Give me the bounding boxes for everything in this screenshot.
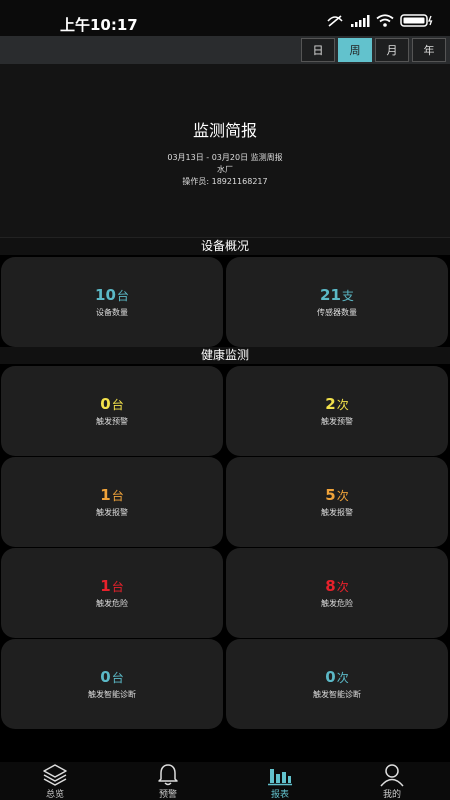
- card-value: 21支: [226, 286, 448, 304]
- alarm-device-unit: 台: [111, 489, 124, 503]
- warning-count-value: 2: [325, 395, 336, 413]
- bell-icon: [158, 764, 178, 786]
- alarm-device-label: 触发报警: [96, 508, 128, 517]
- bottom-tab-bar: 总览 预警 报表 我的: [0, 762, 450, 800]
- warning-device-card: 0台 触发预警: [1, 366, 223, 456]
- tab-reports-label: 报表: [270, 790, 289, 800]
- layers-icon: [43, 764, 67, 786]
- report-site: 水厂: [217, 165, 233, 174]
- warning-count-label: 触发预警: [321, 417, 353, 426]
- card-value: 8次: [226, 577, 448, 595]
- tab-profile-label: 我的: [382, 790, 401, 800]
- tab-profile[interactable]: 我的: [347, 762, 437, 800]
- status-time: 上午10:17: [60, 16, 138, 34]
- danger-device-label: 触发危险: [96, 599, 128, 608]
- period-tab-week[interactable]: 周: [338, 38, 372, 62]
- warning-count-unit: 次: [336, 398, 349, 412]
- device-count-unit: 台: [116, 289, 129, 303]
- alarm-count-label: 触发报警: [321, 508, 353, 517]
- card-value: 1台: [1, 577, 223, 595]
- card-value: 10台: [1, 286, 223, 304]
- sensor-count-card: 21支 传感器数量: [226, 257, 448, 347]
- warning-device-value: 0: [100, 395, 111, 413]
- danger-device-value: 1: [100, 577, 111, 595]
- user-icon: [380, 764, 404, 787]
- danger-device-unit: 台: [111, 580, 124, 594]
- signal-icon: [351, 14, 370, 27]
- report-header: [0, 64, 450, 238]
- warning-device-label: 触发预警: [96, 417, 128, 426]
- diagnosis-device-value: 0: [100, 668, 111, 686]
- device-count-label: 设备数量: [96, 308, 128, 317]
- mute-icon: [327, 14, 343, 27]
- danger-count-value: 8: [325, 577, 336, 595]
- card-value: 1台: [1, 486, 223, 504]
- device-count-value: 10: [95, 286, 116, 304]
- tab-overview-label: 总览: [45, 790, 64, 800]
- danger-device-card: 1台 触发危险: [1, 548, 223, 638]
- bar-chart-icon: [268, 769, 292, 786]
- diagnosis-device-label: 触发智能诊断: [88, 690, 136, 699]
- warning-count-card: 2次 触发预警: [226, 366, 448, 456]
- danger-count-label: 触发危险: [321, 599, 353, 608]
- card-value: 2次: [226, 395, 448, 413]
- sensor-count-unit: 支: [341, 289, 354, 303]
- period-tab-month[interactable]: 月: [375, 38, 409, 62]
- report-date-range: 03月13日 - 03月20日 监测周报: [167, 153, 283, 162]
- diagnosis-count-unit: 次: [336, 671, 349, 685]
- report-title: 监测简报: [192, 121, 257, 140]
- diagnosis-device-card: 0台 触发智能诊断: [1, 639, 223, 729]
- device-count-card: 10台 设备数量: [1, 257, 223, 347]
- status-bar: 上午10:17: [0, 0, 450, 36]
- tab-reports[interactable]: 报表: [235, 762, 325, 800]
- card-value: 0次: [226, 668, 448, 686]
- diagnosis-count-label: 触发智能诊断: [313, 690, 361, 699]
- battery-icon: [400, 14, 433, 27]
- alarm-device-card: 1台 触发报警: [1, 457, 223, 547]
- card-value: 0台: [1, 395, 223, 413]
- status-icons: [326, 14, 434, 27]
- health-section-title: 健康监测: [0, 347, 450, 364]
- tab-alerts-label: 预警: [158, 790, 177, 800]
- card-value: 0台: [1, 668, 223, 686]
- warning-device-unit: 台: [111, 398, 124, 412]
- alarm-count-card: 5次 触发报警: [226, 457, 448, 547]
- diagnosis-count-value: 0: [325, 668, 336, 686]
- alarm-count-unit: 次: [336, 489, 349, 503]
- sensor-count-value: 21: [320, 286, 341, 304]
- alarm-device-value: 1: [100, 486, 111, 504]
- wifi-icon: [376, 14, 394, 27]
- tab-alerts[interactable]: 预警: [123, 762, 213, 800]
- diagnosis-count-card: 0次 触发智能诊断: [226, 639, 448, 729]
- card-value: 5次: [226, 486, 448, 504]
- equipment-section-title: 设备概况: [0, 238, 450, 255]
- diagnosis-device-unit: 台: [111, 671, 124, 685]
- report-operator: 操作员: 18921168217: [182, 177, 268, 186]
- danger-count-unit: 次: [336, 580, 349, 594]
- danger-count-card: 8次 触发危险: [226, 548, 448, 638]
- period-tab-year[interactable]: 年: [412, 38, 446, 62]
- period-tab-day[interactable]: 日: [301, 38, 335, 62]
- tab-overview[interactable]: 总览: [10, 762, 100, 800]
- sensor-count-label: 传感器数量: [317, 308, 357, 317]
- alarm-count-value: 5: [325, 486, 336, 504]
